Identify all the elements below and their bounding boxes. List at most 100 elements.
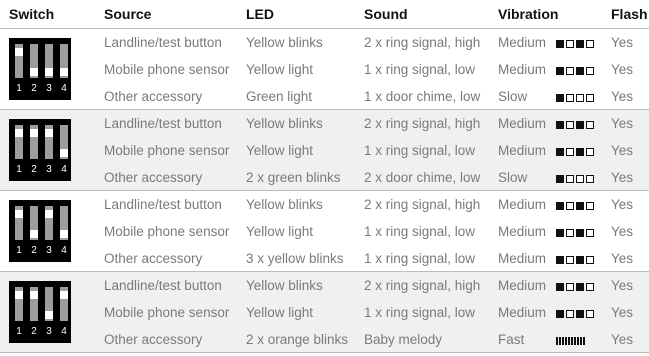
table-row: Landline/test button Yellow blinks 2 x rin… [0, 191, 649, 218]
vibration-pulse [576, 283, 584, 291]
cell-led: 3 x yellow blinks [246, 251, 344, 266]
vibration-pulse [586, 94, 594, 102]
vibration-pulse [586, 148, 594, 156]
cell-vibration: Medium [498, 224, 547, 239]
cell-source: Landline/test button [104, 278, 222, 293]
vibration-pulse [566, 229, 574, 237]
vibration-pulse [576, 175, 584, 183]
vibration-pulse [566, 40, 574, 48]
vibration-pulse [586, 202, 594, 210]
vibration-pulse [566, 256, 574, 264]
vibration-pulse [576, 310, 584, 318]
cell-led: Yellow blinks [246, 116, 323, 131]
cell-led: Yellow light [246, 305, 314, 320]
cell-vibration: Slow [498, 89, 528, 104]
header-led: LED [246, 6, 274, 22]
cell-source: Other accessory [104, 89, 203, 104]
cell-source: Mobile phone sensor [104, 305, 230, 320]
cell-flash: Yes [611, 197, 634, 212]
cell-sound: 2 x ring signal, high [364, 116, 481, 131]
vibration-pulse [565, 337, 567, 345]
cell-sound: 1 x ring signal, low [364, 251, 476, 266]
table-row: Landline/test button Yellow blinks 2 x rin… [0, 110, 649, 137]
table-row: Mobile phone sensor Yellow light 1 x ring … [0, 56, 649, 83]
vibration-pulse [576, 67, 584, 75]
cell-flash: Yes [611, 332, 634, 347]
vibration-pulse [556, 337, 558, 345]
vibration-pulse [556, 121, 564, 129]
vibration-pulse [556, 148, 564, 156]
switch-group: 1 2 3 4 Landline/test button Yellow blinks 2 x… [0, 191, 649, 272]
table-row: Other accessory 2 x green blinks 2 x door … [0, 164, 649, 191]
vibration-medium-icon [556, 147, 594, 157]
vibration-fast-icon [556, 336, 585, 346]
vibration-pulse [566, 283, 574, 291]
vibration-pulse [577, 337, 579, 345]
cell-led: Yellow light [246, 224, 314, 239]
cell-led: Yellow blinks [246, 35, 323, 50]
vibration-pulse [556, 40, 564, 48]
vibration-pulse [556, 67, 564, 75]
cell-flash: Yes [611, 143, 634, 158]
cell-source: Other accessory [104, 332, 203, 347]
cell-flash: Yes [611, 278, 634, 293]
cell-vibration: Medium [498, 278, 547, 293]
vibration-pulse [586, 229, 594, 237]
cell-led: Yellow light [246, 62, 314, 77]
table-row: Mobile phone sensor Yellow light 1 x ring … [0, 299, 649, 326]
cell-flash: Yes [611, 62, 634, 77]
vibration-pulse [556, 94, 564, 102]
cell-sound: Baby melody [364, 332, 443, 347]
vibration-pulse [586, 40, 594, 48]
switch-group: 1 2 3 4 Landline/test button Yellow blinks 2 x… [0, 29, 649, 110]
header-vibration: Vibration [498, 6, 559, 22]
vibration-pulse [576, 121, 584, 129]
vibration-pulse [576, 202, 584, 210]
vibration-pulse [576, 40, 584, 48]
cell-vibration: Medium [498, 197, 547, 212]
vibration-pulse [576, 229, 584, 237]
cell-vibration: Medium [498, 305, 547, 320]
vibration-pulse [586, 256, 594, 264]
cell-vibration: Slow [498, 170, 528, 185]
vibration-medium-icon [556, 282, 594, 292]
cell-sound: 1 x door chime, low [364, 89, 481, 104]
vibration-pulse [556, 202, 564, 210]
cell-vibration: Medium [498, 35, 547, 50]
cell-flash: Yes [611, 251, 634, 266]
cell-sound: 2 x ring signal, high [364, 197, 481, 212]
group-divider [0, 352, 649, 353]
cell-led: Green light [246, 89, 313, 104]
vibration-pulse [556, 229, 564, 237]
cell-sound: 2 x door chime, low [364, 170, 481, 185]
table-row: Other accessory Green light 1 x door chime… [0, 83, 649, 110]
switch-group: 1 2 3 4 Landline/test button Yellow blinks 2 x… [0, 110, 649, 191]
vibration-medium-icon [556, 39, 594, 49]
cell-led: 2 x orange blinks [246, 332, 349, 347]
cell-sound: 2 x ring signal, high [364, 35, 481, 50]
vibration-pulse [576, 256, 584, 264]
cell-source: Landline/test button [104, 197, 222, 212]
vibration-medium-icon [556, 255, 594, 265]
header-switch: Switch [9, 6, 55, 22]
vibration-pulse [566, 310, 574, 318]
cell-vibration: Medium [498, 143, 547, 158]
cell-led: 2 x green blinks [246, 170, 341, 185]
vibration-pulse [576, 94, 584, 102]
table-row: Mobile phone sensor Yellow light 1 x ring … [0, 137, 649, 164]
cell-source: Mobile phone sensor [104, 143, 230, 158]
vibration-slow-icon [556, 174, 594, 184]
cell-flash: Yes [611, 116, 634, 131]
vibration-pulse [556, 310, 564, 318]
cell-flash: Yes [611, 170, 634, 185]
cell-source: Other accessory [104, 251, 203, 266]
header-sound: Sound [364, 6, 408, 22]
table-row: Mobile phone sensor Yellow light 1 x ring … [0, 218, 649, 245]
vibration-pulse [586, 283, 594, 291]
table-row: Landline/test button Yellow blinks 2 x rin… [0, 29, 649, 56]
cell-led: Yellow light [246, 143, 314, 158]
vibration-medium-icon [556, 228, 594, 238]
header-source: Source [104, 6, 152, 22]
vibration-medium-icon [556, 120, 594, 130]
cell-led: Yellow blinks [246, 278, 323, 293]
